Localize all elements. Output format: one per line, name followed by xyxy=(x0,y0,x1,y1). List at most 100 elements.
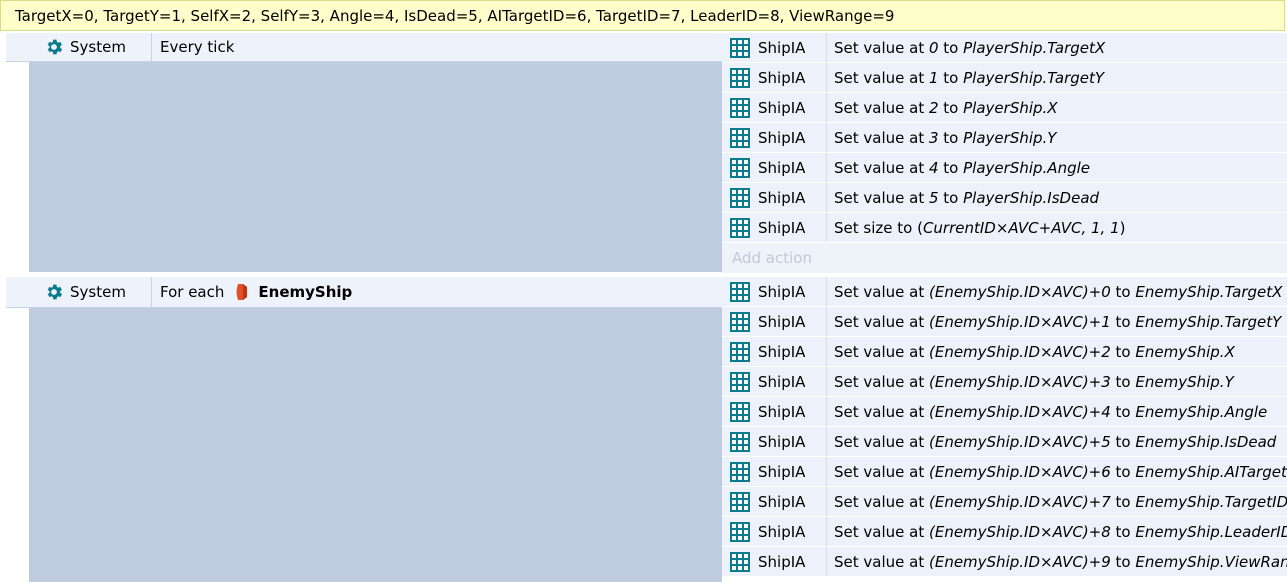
action-text[interactable]: Set value at 0 to PlayerShip.TargetX xyxy=(834,33,1105,62)
action-text[interactable]: Set value at (EnemyShip.ID×AVC)+7 to Ene… xyxy=(834,487,1287,516)
action-value: PlayerShip.IsDead xyxy=(963,188,1100,207)
action-value: EnemyShip.AITargetID xyxy=(1135,462,1287,481)
action-prefix: Set value at xyxy=(834,492,929,511)
action-index: 4 xyxy=(928,158,939,177)
action-object[interactable]: ShipIA xyxy=(727,427,827,456)
action-connector: to xyxy=(938,128,964,147)
array-grid-icon xyxy=(730,521,750,542)
action-text[interactable]: Set value at (EnemyShip.ID×AVC)+4 to Ene… xyxy=(834,397,1267,426)
action-row[interactable]: ShipIA Set value at (EnemyShip.ID×AVC)+2 … xyxy=(722,337,1287,367)
action-object-label: ShipIA xyxy=(758,552,806,571)
action-object-label: ShipIA xyxy=(758,68,806,87)
action-text[interactable]: Set value at (EnemyShip.ID×AVC)+6 to Ene… xyxy=(834,457,1287,486)
array-grid-icon xyxy=(730,37,750,58)
enemy-ship-icon xyxy=(236,284,248,300)
action-prefix: Set value at xyxy=(834,282,929,301)
action-text[interactable]: Set value at (EnemyShip.ID×AVC)+9 to Ene… xyxy=(834,547,1287,576)
action-suffix: ) xyxy=(1119,218,1126,237)
action-text[interactable]: Set value at (EnemyShip.ID×AVC)+8 to Ene… xyxy=(834,517,1287,546)
action-prefix: Set size to ( xyxy=(834,218,923,237)
action-row[interactable]: ShipIA Set value at (EnemyShip.ID×AVC)+6 … xyxy=(722,457,1287,487)
action-object[interactable]: ShipIA xyxy=(727,63,827,92)
action-value: EnemyShip.TargetID xyxy=(1135,492,1287,511)
action-connector: to xyxy=(1110,342,1136,361)
action-object[interactable]: ShipIA xyxy=(727,487,827,516)
action-prefix: Set value at xyxy=(834,158,929,177)
action-row[interactable]: ShipIA Set value at (EnemyShip.ID×AVC)+4 … xyxy=(722,397,1287,427)
action-object[interactable]: ShipIA xyxy=(727,33,827,62)
condition-object-system[interactable]: System xyxy=(38,33,152,61)
condition-object-system[interactable]: System xyxy=(38,277,152,307)
action-text[interactable]: Set value at (EnemyShip.ID×AVC)+0 to Ene… xyxy=(834,277,1282,306)
condition-for-each[interactable]: For each EnemyShip xyxy=(154,277,352,307)
condition-empty-area[interactable] xyxy=(29,62,722,272)
action-prefix: Set value at xyxy=(834,462,929,481)
action-row[interactable]: ShipIA Set value at 2 to PlayerShip.X xyxy=(722,93,1287,123)
action-prefix: Set value at xyxy=(834,522,929,541)
action-object[interactable]: ShipIA xyxy=(727,457,827,486)
action-value: PlayerShip.TargetY xyxy=(963,68,1105,87)
event-block-for-each-enemyship[interactable]: System For each EnemyShip ShipIA Set valu… xyxy=(0,277,1287,582)
array-grid-icon xyxy=(730,461,750,482)
action-object-label: ShipIA xyxy=(758,312,806,331)
action-row[interactable]: ShipIA Set value at (EnemyShip.ID×AVC)+3 … xyxy=(722,367,1287,397)
action-object[interactable]: ShipIA xyxy=(727,517,827,546)
add-action-button[interactable]: Add action xyxy=(722,243,1287,273)
action-value: EnemyShip.TargetY xyxy=(1135,312,1282,331)
action-row[interactable]: ShipIA Set value at 4 to PlayerShip.Angle xyxy=(722,153,1287,183)
action-connector: to xyxy=(1110,402,1136,421)
action-object-label: ShipIA xyxy=(758,282,806,301)
action-object[interactable]: ShipIA xyxy=(727,123,827,152)
action-connector: to xyxy=(1110,312,1136,331)
action-object[interactable]: ShipIA xyxy=(727,277,827,306)
action-row[interactable]: ShipIA Set size to (CurrentID×AVC+AVC, 1,… xyxy=(722,213,1287,243)
event-block-every-tick[interactable]: System Every tick ShipIA Set value at 0 t… xyxy=(0,33,1287,273)
action-row[interactable]: ShipIA Set value at (EnemyShip.ID×AVC)+5 … xyxy=(722,427,1287,457)
action-text[interactable]: Set value at (EnemyShip.ID×AVC)+3 to Ene… xyxy=(834,367,1234,396)
action-object[interactable]: ShipIA xyxy=(727,183,827,212)
action-row[interactable]: ShipIA Set value at 5 to PlayerShip.IsDea… xyxy=(722,183,1287,213)
action-text[interactable]: Set size to (CurrentID×AVC+AVC, 1, 1) xyxy=(834,213,1126,242)
action-row[interactable]: ShipIA Set value at (EnemyShip.ID×AVC)+7 … xyxy=(722,487,1287,517)
action-text[interactable]: Set value at 2 to PlayerShip.X xyxy=(834,93,1058,122)
action-object[interactable]: ShipIA xyxy=(727,213,827,242)
action-row[interactable]: ShipIA Set value at 1 to PlayerShip.Targe… xyxy=(722,63,1287,93)
action-index: (EnemyShip.ID×AVC)+5 xyxy=(928,432,1111,451)
action-object-label: ShipIA xyxy=(758,462,806,481)
action-object[interactable]: ShipIA xyxy=(727,367,827,396)
condition-object-label: System xyxy=(70,38,126,56)
action-row[interactable]: ShipIA Set value at 3 to PlayerShip.Y xyxy=(722,123,1287,153)
action-text[interactable]: Set value at 5 to PlayerShip.IsDead xyxy=(834,183,1099,212)
action-text[interactable]: Set value at 3 to PlayerShip.Y xyxy=(834,123,1056,152)
action-object-label: ShipIA xyxy=(758,98,806,117)
action-connector: to xyxy=(1110,432,1136,451)
action-object-label: ShipIA xyxy=(758,492,806,511)
action-object[interactable]: ShipIA xyxy=(727,307,827,336)
condition-row[interactable]: System For each EnemyShip xyxy=(6,277,723,308)
action-prefix: Set value at xyxy=(834,188,929,207)
array-grid-icon xyxy=(730,551,750,572)
action-text[interactable]: Set value at (EnemyShip.ID×AVC)+1 to Ene… xyxy=(834,307,1281,336)
action-row[interactable]: ShipIA Set value at (EnemyShip.ID×AVC)+9 … xyxy=(722,547,1287,577)
condition-empty-area[interactable] xyxy=(29,308,722,582)
action-value: PlayerShip.X xyxy=(963,98,1058,117)
action-object[interactable]: ShipIA xyxy=(727,153,827,182)
action-text[interactable]: Set value at (EnemyShip.ID×AVC)+5 to Ene… xyxy=(834,427,1276,456)
action-object-label: ShipIA xyxy=(758,218,806,237)
event-comment[interactable]: TargetX=0, TargetY=1, SelfX=2, SelfY=3, … xyxy=(0,0,1285,31)
action-text[interactable]: Set value at 1 to PlayerShip.TargetY xyxy=(834,63,1104,92)
condition-every-tick[interactable]: Every tick xyxy=(154,33,234,61)
action-row[interactable]: ShipIA Set value at (EnemyShip.ID×AVC)+0 … xyxy=(722,277,1287,307)
array-grid-icon xyxy=(730,67,750,88)
action-connector: to xyxy=(1110,522,1136,541)
action-row[interactable]: ShipIA Set value at (EnemyShip.ID×AVC)+1 … xyxy=(722,307,1287,337)
action-object[interactable]: ShipIA xyxy=(727,547,827,576)
action-row[interactable]: ShipIA Set value at (EnemyShip.ID×AVC)+8 … xyxy=(722,517,1287,547)
action-object[interactable]: ShipIA xyxy=(727,93,827,122)
action-object[interactable]: ShipIA xyxy=(727,397,827,426)
action-text[interactable]: Set value at (EnemyShip.ID×AVC)+2 to Ene… xyxy=(834,337,1235,366)
action-row[interactable]: ShipIA Set value at 0 to PlayerShip.Targe… xyxy=(722,33,1287,63)
action-text[interactable]: Set value at 4 to PlayerShip.Angle xyxy=(834,153,1090,182)
action-object[interactable]: ShipIA xyxy=(727,337,827,366)
condition-row[interactable]: System Every tick xyxy=(6,33,723,62)
